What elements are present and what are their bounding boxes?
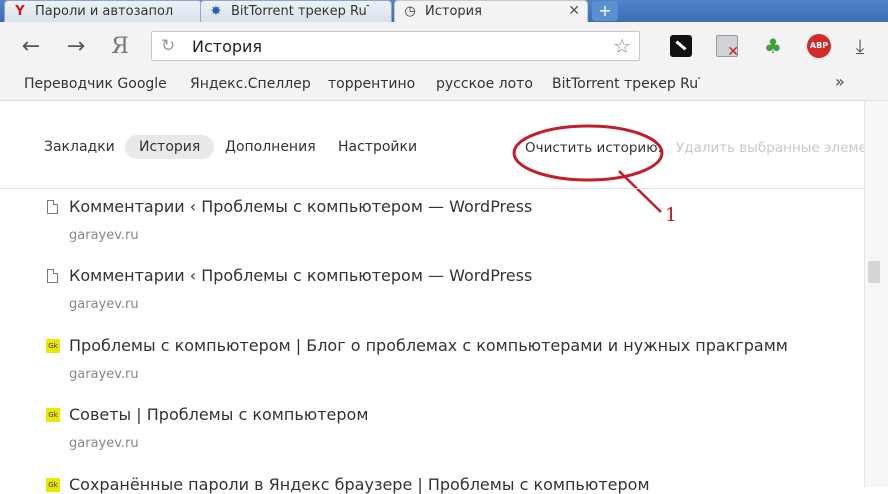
bookmark-item[interactable]: Переводчик Google <box>24 76 167 92</box>
tab-strip: Y Пароли и автозапол ✸ BitTorrent трекер… <box>0 0 888 22</box>
annotation-line <box>618 170 662 213</box>
bittorrent-icon: ✸ <box>210 4 222 19</box>
page-icon <box>47 269 58 283</box>
entry-domain: garayev.ru <box>69 436 139 451</box>
clock-icon: ◷ <box>404 4 416 19</box>
android-icon[interactable]: ♣ <box>762 35 784 57</box>
tab-passwords[interactable]: Y Пароли и автозапол <box>4 0 202 22</box>
forward-arrow-icon[interactable]: → <box>63 34 89 60</box>
extension-pen-icon[interactable] <box>670 35 692 57</box>
entry-title[interactable]: Сохранённые пароли в Яндекс браузере | П… <box>69 475 650 494</box>
reload-icon[interactable]: ↻ <box>161 36 175 56</box>
entry-title[interactable]: Проблемы с компьютером | Блог о проблема… <box>69 336 788 355</box>
bookmark-item[interactable]: Яндекс.Спеллер <box>190 76 311 92</box>
yandex-icon: Y <box>15 4 25 19</box>
new-tab-button[interactable]: + <box>592 1 618 21</box>
delete-selected-button[interactable]: Удалить выбранные элемен <box>676 140 876 156</box>
close-icon[interactable]: ✕ <box>568 1 580 21</box>
divider <box>0 188 864 189</box>
tab-title: История <box>425 4 482 19</box>
bookmarks-more-button[interactable]: » <box>835 72 845 91</box>
nav-settings[interactable]: Настройки <box>338 139 417 155</box>
bookmark-item[interactable]: BitTorrent трекер RuT <box>552 76 700 92</box>
nav-extensions[interactable]: Дополнения <box>225 139 316 155</box>
site-icon: Gk <box>46 478 60 492</box>
tab-title: BitTorrent трекер RuT <box>231 4 369 19</box>
nav-bookmarks[interactable]: Закладки <box>44 139 115 155</box>
annotation-number: 1 <box>665 204 678 226</box>
entry-domain: garayev.ru <box>69 297 139 312</box>
toolbar: ← → Я ↻ ☆ ✕ ♣ ABP ⤓ <box>0 22 888 70</box>
site-icon: Gk <box>46 408 60 422</box>
tab-bittorrent[interactable]: ✸ BitTorrent трекер RuT <box>200 0 392 22</box>
entry-title[interactable]: Комментарии ‹ Проблемы с компьютером — W… <box>69 197 532 216</box>
history-page: Закладки История Дополнения Настройки Оч… <box>0 101 888 494</box>
entry-title[interactable]: Советы | Проблемы с компьютером <box>69 405 368 424</box>
nav-history[interactable]: История <box>125 135 215 159</box>
address-input[interactable] <box>192 36 592 56</box>
star-icon[interactable]: ☆ <box>613 34 631 58</box>
scrollbar-thumb[interactable] <box>868 261 880 283</box>
extension-block-icon[interactable]: ✕ <box>716 35 739 60</box>
bookmark-item[interactable]: торрентино <box>328 76 415 92</box>
download-icon[interactable]: ⤓ <box>849 35 871 57</box>
bookmarks-bar: Переводчик Google Яндекс.Спеллер торрент… <box>0 70 888 101</box>
site-icon: Gk <box>46 339 60 353</box>
adblock-icon[interactable]: ABP <box>807 34 831 58</box>
tab-history[interactable]: ◷ История ✕ <box>394 0 588 22</box>
yandex-logo-button[interactable]: Я <box>107 34 133 60</box>
back-arrow-icon[interactable]: ← <box>18 34 44 60</box>
address-bar[interactable]: ↻ ☆ <box>151 31 640 61</box>
entry-title[interactable]: Комментарии ‹ Проблемы с компьютером — W… <box>69 266 532 285</box>
bookmark-item[interactable]: русское лото <box>436 76 533 92</box>
entry-domain: garayev.ru <box>69 367 139 382</box>
page-icon <box>47 200 58 214</box>
entry-domain: garayev.ru <box>69 228 139 243</box>
tab-title: Пароли и автозапол <box>35 4 174 19</box>
scrollbar[interactable] <box>864 101 888 487</box>
